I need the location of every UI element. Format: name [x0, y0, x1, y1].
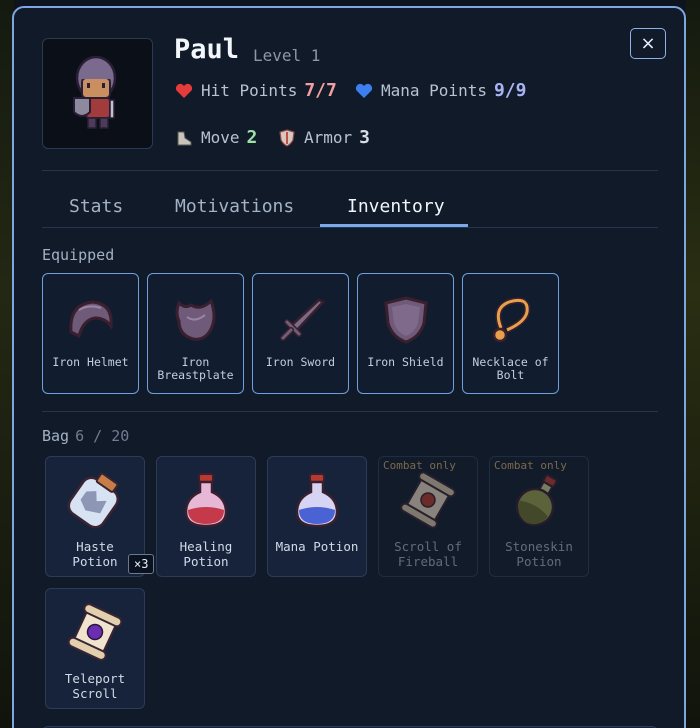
bag-label: Bag	[42, 427, 70, 445]
equipped-section-label: Equipped	[42, 246, 115, 264]
mana-points-label: Mana Points	[381, 81, 487, 100]
equipped-item-name: Iron Helmet	[52, 355, 129, 369]
stoneskin-potion-icon	[515, 474, 558, 527]
mana-points-stat: Mana Points 9/9	[354, 80, 526, 101]
bag-slot-teleport-scroll[interactable]: Teleport Scroll	[45, 588, 145, 709]
blue-heart-icon	[354, 81, 374, 101]
bag-item-name: Mana Potion	[275, 539, 359, 554]
boot-icon	[174, 128, 194, 148]
equipped-item-name: Iron Breastplate	[157, 355, 234, 382]
shield-icon	[383, 296, 428, 344]
bag-slot-healing-potion[interactable]: Healing Potion	[156, 456, 256, 577]
equipped-slot-breastplate[interactable]: Iron Breastplate	[147, 273, 244, 394]
active-tab-indicator	[320, 224, 468, 227]
haste-potion-icon	[67, 472, 120, 529]
equipped-slot-shield[interactable]: Iron Shield	[357, 273, 454, 394]
tab-motivations[interactable]: Motivations	[175, 196, 294, 217]
tab-stats[interactable]: Stats	[69, 196, 123, 217]
tab-inventory[interactable]: Inventory	[347, 196, 445, 217]
quantity-badge: ×3	[128, 554, 155, 574]
section-divider	[42, 411, 658, 412]
character-portrait	[42, 38, 153, 149]
character-level: Level 1	[253, 46, 321, 65]
heart-icon	[174, 81, 194, 101]
close-button[interactable]: ×	[630, 28, 666, 59]
move-label: Move	[201, 128, 240, 147]
necklace-icon	[492, 297, 530, 343]
equipped-item-name: Necklace of Bolt	[472, 355, 549, 382]
character-name: Paul	[174, 34, 240, 65]
bag-slot-scroll-of-fireball[interactable]: Combat only Scroll of Fireball	[378, 456, 478, 577]
equipped-item-name: Iron Shield	[367, 355, 444, 369]
armor-shield-icon	[277, 128, 297, 148]
sword-icon	[279, 298, 325, 341]
breastplate-icon	[175, 298, 215, 341]
mana-points-value: 9/9	[493, 80, 527, 101]
equipped-slot-necklace[interactable]: Necklace of Bolt	[462, 273, 559, 394]
bag-item-name: Stoneskin Potion	[505, 539, 573, 569]
bag-slot-stoneskin-potion[interactable]: Combat only Stoneskin Potion	[489, 456, 589, 577]
hit-points-label: Hit Points	[201, 81, 298, 100]
combat-only-tag: Combat only	[383, 459, 456, 472]
armor-label: Armor	[304, 128, 353, 147]
combat-only-tag: Combat only	[494, 459, 567, 472]
mana-potion-icon	[295, 473, 339, 528]
equipped-item-name: Iron Sword	[265, 355, 336, 369]
hit-points-value: 7/7	[304, 80, 337, 101]
bag-section-label: Bag 6 / 20	[42, 427, 129, 445]
character-sheet-panel: × Paul Level 1 Hit Points 7/7 Mana Point…	[12, 6, 686, 728]
header-divider	[42, 170, 658, 171]
bag-item-name: Scroll of Fireball	[394, 539, 462, 569]
scroll-icon	[400, 471, 456, 529]
helmet-icon	[68, 300, 113, 339]
healing-potion-icon	[184, 473, 228, 528]
move-stat: Move 2	[174, 127, 257, 148]
bag-item-name: Teleport Scroll	[64, 671, 126, 701]
equipped-slot-sword[interactable]: Iron Sword	[252, 273, 349, 394]
teleport-scroll-icon	[67, 603, 123, 661]
knight-avatar-icon	[72, 55, 116, 129]
bag-count: 6 / 20	[75, 427, 130, 445]
background-right-edge	[686, 0, 700, 728]
armor-stat: Armor 3	[277, 127, 370, 148]
move-value: 2	[246, 127, 258, 148]
tabs-divider	[42, 227, 658, 228]
bag-item-name: Healing Potion	[179, 539, 233, 569]
hit-points-stat: Hit Points 7/7	[174, 80, 337, 101]
bag-slot-mana-potion[interactable]: Mana Potion	[267, 456, 367, 577]
equipped-slot-helmet[interactable]: Iron Helmet	[42, 273, 139, 394]
armor-value: 3	[359, 127, 371, 148]
